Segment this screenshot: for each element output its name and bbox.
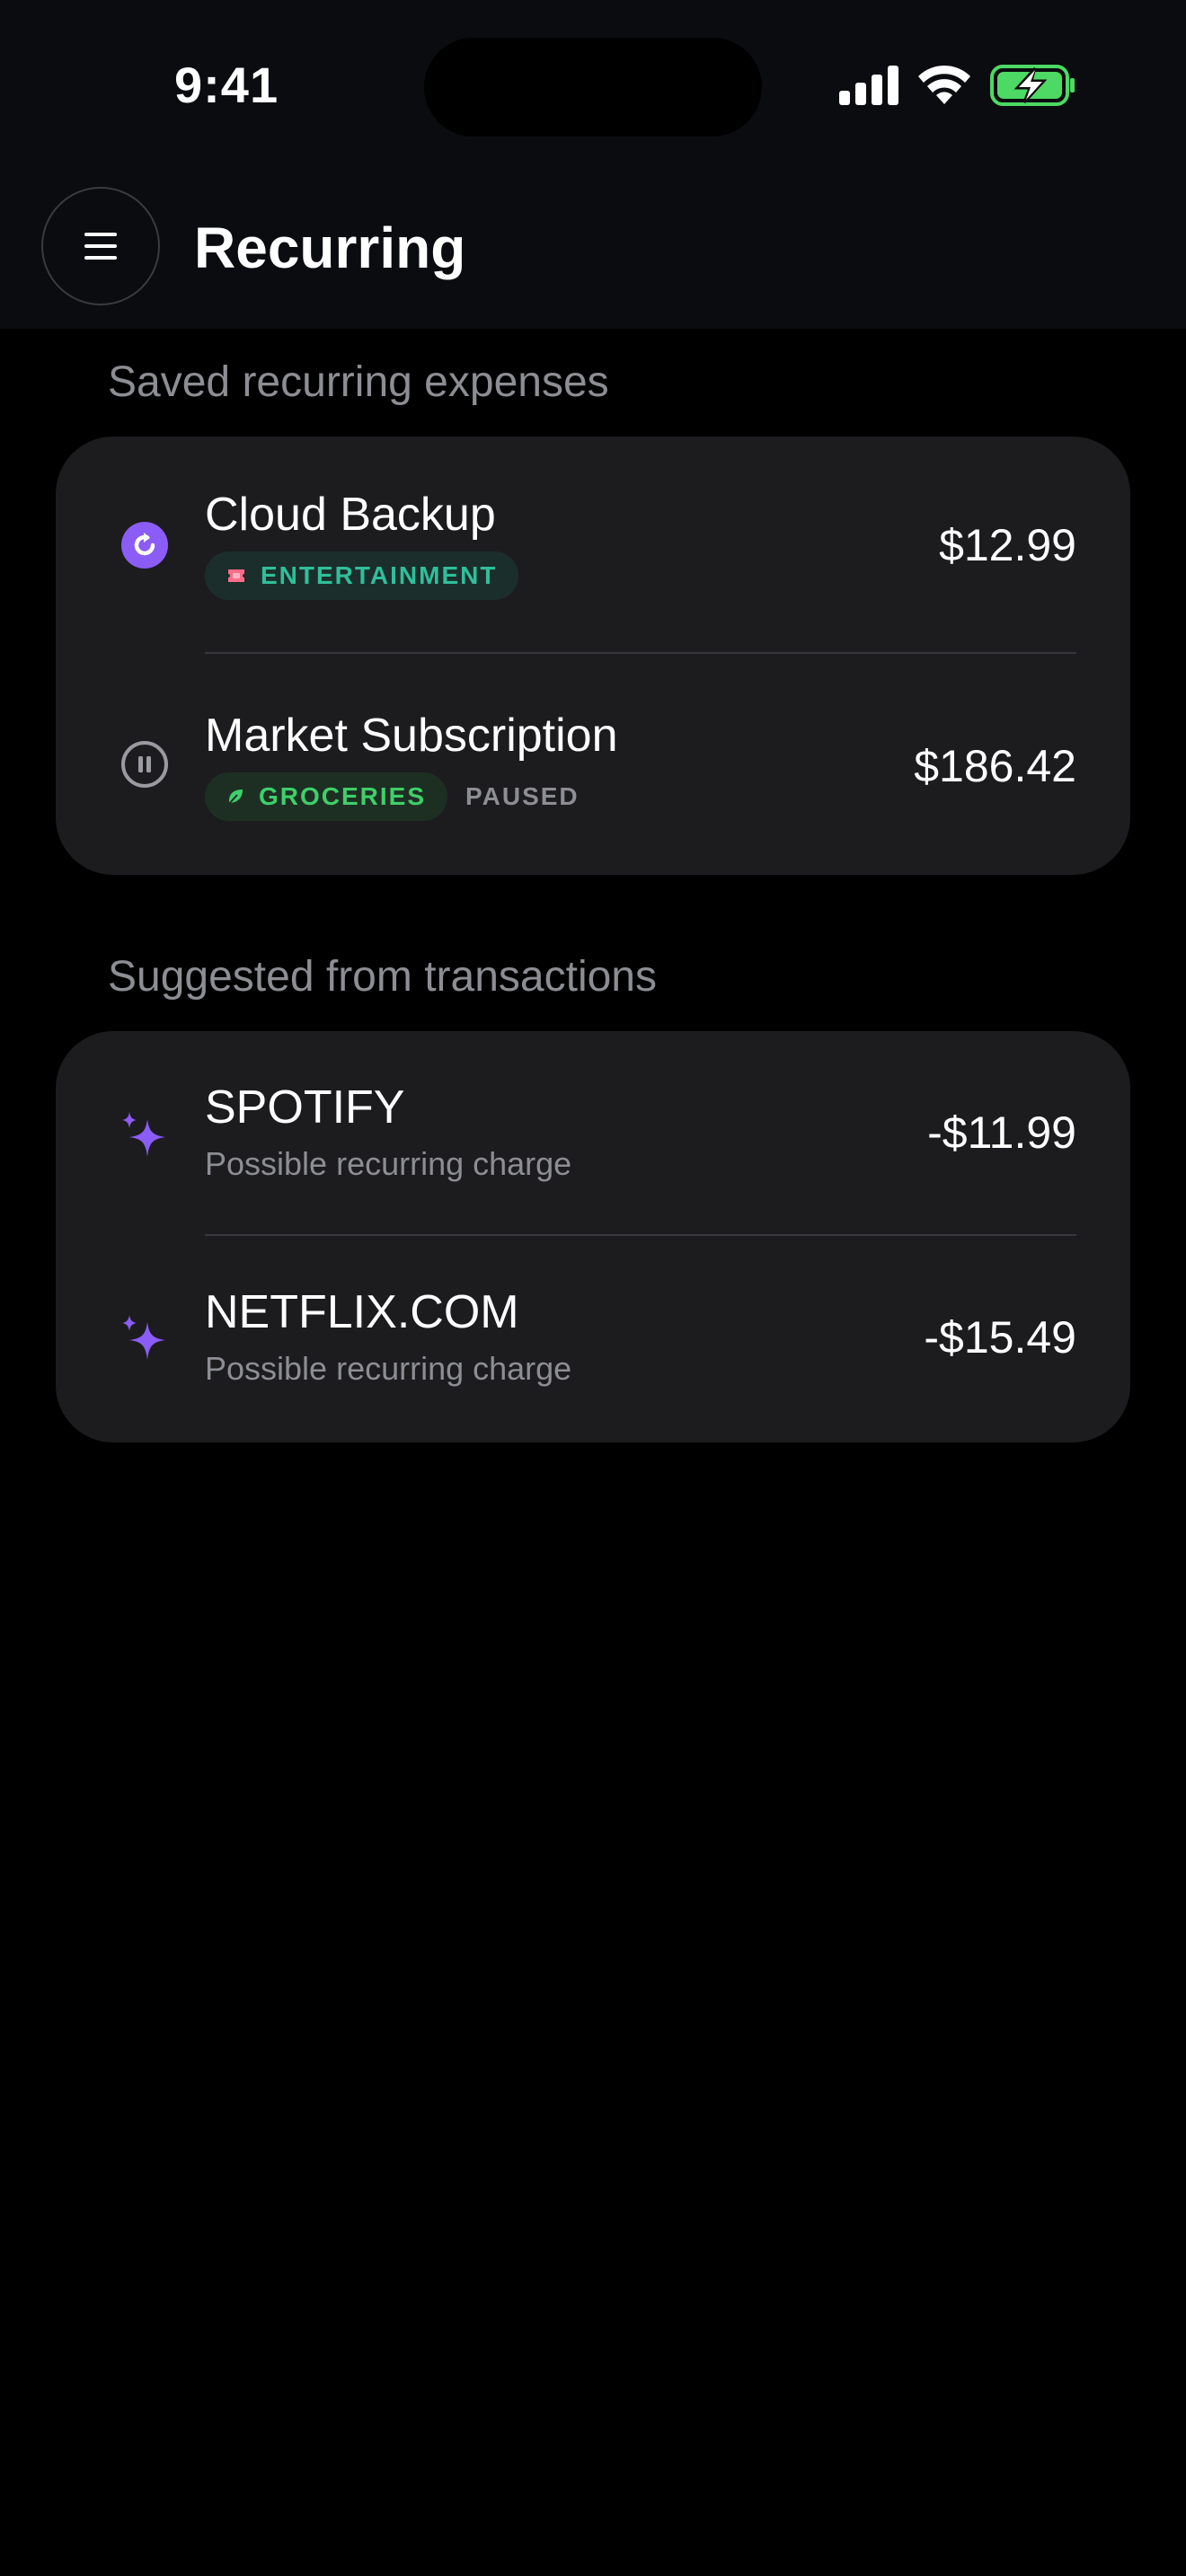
expense-name: Cloud Backup (205, 489, 496, 541)
expense-name: Market Subscription (205, 710, 618, 762)
suggested-row-spotify[interactable]: SPOTIFY Possible recurring charge -$11.9… (56, 1031, 1130, 1234)
page-title: Recurring (194, 216, 466, 280)
suggested-row-netflix[interactable]: NETFLIX.COM Possible recurring charge -$… (56, 1236, 1130, 1442)
category-badge-entertainment: ENTERTAINMENT (205, 551, 519, 600)
menu-button[interactable] (41, 187, 160, 305)
suggestion-amount: -$15.49 (924, 1312, 1076, 1363)
status-time: 9:41 (174, 57, 279, 113)
saved-expenses-card: Cloud Backup ENTERTAINMENT $12.99 Market… (56, 437, 1130, 875)
cellular-signal-icon (839, 66, 898, 105)
category-label: GROCERIES (259, 782, 427, 810)
expense-tags: GROCERIES PAUSED (205, 772, 580, 821)
wifi-icon (918, 65, 970, 104)
suggestion-subtitle: Possible recurring charge (205, 1145, 572, 1182)
suggested-card: SPOTIFY Possible recurring charge -$11.9… (56, 1031, 1130, 1442)
suggestion-amount: -$11.99 (927, 1107, 1076, 1158)
suggestion-merchant-name: NETFLIX.COM (205, 1286, 519, 1338)
category-badge-groceries: GROCERIES (205, 772, 448, 821)
leaf-icon (227, 790, 243, 806)
suggested-section-label: Suggested from transactions (108, 953, 657, 1001)
recurring-active-icon (120, 521, 169, 569)
sparkle-icon (117, 1110, 171, 1164)
sparkle-icon (117, 1313, 171, 1367)
category-label: ENTERTAINMENT (261, 561, 498, 589)
pause-icon (120, 740, 169, 789)
ticket-icon (228, 569, 244, 582)
status-bar: 9:41 (0, 0, 1186, 171)
status-icons (839, 63, 1076, 108)
expense-tags: ENTERTAINMENT (205, 551, 519, 600)
status-paused-label: PAUSED (465, 782, 580, 810)
expense-amount-cloud-backup: $12.99 (939, 520, 1076, 570)
dynamic-island (424, 38, 762, 137)
hamburger-menu-icon (84, 233, 117, 260)
suggestion-merchant-name: SPOTIFY (205, 1081, 405, 1134)
top-bar: 9:41 Recurring (0, 0, 1186, 329)
battery-charging-icon (990, 65, 1075, 106)
saved-section-label: Saved recurring expenses (108, 358, 609, 406)
expense-amount-market-subscription: $186.42 (914, 741, 1076, 791)
suggestion-subtitle: Possible recurring charge (205, 1350, 572, 1387)
